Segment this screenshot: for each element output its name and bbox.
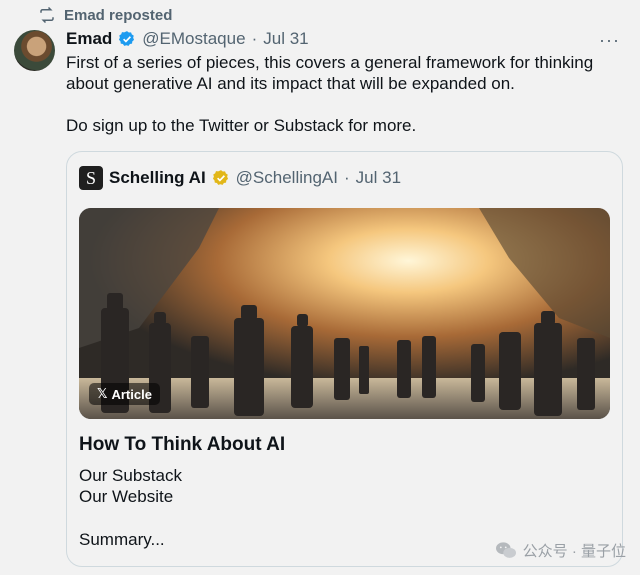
wechat-watermark: 公众号 · 量子位 bbox=[495, 540, 626, 561]
watermark-label: 公众号 · 量子位 bbox=[522, 543, 626, 560]
more-options-button[interactable]: ··· bbox=[599, 30, 620, 51]
quoted-author-handle[interactable]: @SchellingAI bbox=[236, 168, 338, 188]
separator-dot: · bbox=[251, 29, 258, 48]
quoted-tweet-card[interactable]: S Schelling AI @SchellingAI · Jul 31 𝕏 A… bbox=[66, 151, 623, 567]
repost-icon bbox=[40, 6, 54, 24]
article-title[interactable]: How To Think About AI bbox=[79, 434, 285, 456]
author-name[interactable]: Emad bbox=[66, 29, 112, 49]
article-cover-image[interactable]: 𝕏 Article bbox=[79, 208, 610, 419]
author-handle[interactable]: @EMostaque bbox=[142, 29, 245, 49]
article-link-substack[interactable]: Our Substack bbox=[79, 465, 182, 486]
separator-dot: · bbox=[343, 168, 350, 187]
verified-org-badge-icon bbox=[212, 170, 228, 185]
tweet-paragraph: Do sign up to the Twitter or Substack fo… bbox=[66, 116, 417, 135]
tweet-header: Emad @EMostaque · Jul 31 bbox=[66, 29, 309, 49]
quoted-tweet-date[interactable]: Jul 31 bbox=[356, 168, 401, 188]
article-badge-label: Article bbox=[111, 386, 152, 402]
repost-label: Emad reposted bbox=[64, 6, 173, 24]
quoted-author-avatar[interactable]: S bbox=[79, 166, 103, 190]
author-avatar[interactable] bbox=[14, 30, 55, 71]
quoted-author-name[interactable]: Schelling AI bbox=[109, 168, 206, 188]
wechat-icon bbox=[495, 541, 516, 558]
tweet-body: First of a series of pieces, this covers… bbox=[66, 52, 606, 136]
tweet-date[interactable]: Jul 31 bbox=[263, 29, 308, 49]
article-links: Our Substack Our Website bbox=[79, 465, 182, 507]
x-logo-icon: 𝕏 bbox=[97, 386, 108, 401]
quoted-tweet-header: S Schelling AI @SchellingAI · Jul 31 bbox=[79, 166, 401, 190]
verified-badge-icon bbox=[119, 31, 135, 46]
article-summary: Summary... bbox=[79, 530, 165, 549]
tweet-paragraph: First of a series of pieces, this covers… bbox=[66, 53, 594, 93]
article-link-website[interactable]: Our Website bbox=[79, 486, 182, 507]
repost-indicator[interactable]: Emad reposted bbox=[38, 6, 172, 24]
article-badge: 𝕏 Article bbox=[89, 383, 160, 405]
